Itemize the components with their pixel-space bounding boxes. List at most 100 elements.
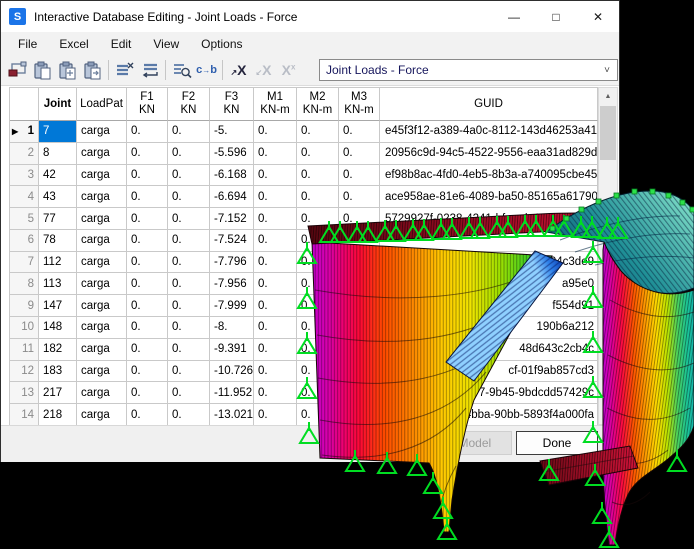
cell-f3[interactable]: -7.999 [210,295,254,317]
cell-loadpat[interactable]: carga [77,121,127,143]
cell-m3[interactable]: 0. [339,252,380,274]
cell-m3[interactable]: 0. [339,165,380,187]
replace-icon[interactable]: c→b [194,58,219,82]
cell-f1[interactable]: 0. [127,186,168,208]
menu-item-options[interactable]: Options [190,34,253,54]
cell-rownum[interactable]: 9 [10,295,39,317]
minimize-button[interactable]: — [493,1,535,32]
cell-m1[interactable]: 0. [254,143,297,165]
cell-rownum[interactable]: 8 [10,273,39,295]
cell-guid[interactable]: f554d91 [380,295,598,317]
table-row[interactable]: 9147carga0.0.-7.9990.0.0.f554d91 [10,295,598,317]
menu-item-edit[interactable]: Edit [100,34,143,54]
cell-m1[interactable]: 0. [254,121,297,143]
cell-loadpat[interactable]: carga [77,143,127,165]
column-header-guid[interactable]: GUID [380,88,598,121]
cell-joint[interactable]: 182 [39,339,77,361]
paste-append-icon[interactable] [80,58,105,82]
cell-loadpat[interactable]: carga [77,317,127,339]
cell-m3[interactable]: 0. [339,186,380,208]
cell-guid[interactable]: 4bba-90bb-5893f4a000fa [380,404,598,426]
table-row[interactable]: 443carga0.0.-6.6940.0.0.ace958ae-81e6-40… [10,186,598,208]
cell-loadpat[interactable]: carga [77,273,127,295]
cell-guid[interactable]: e45f3f12-a389-4a0c-8112-143d46253a41 [380,121,598,143]
cell-rownum[interactable]: 3 [10,165,39,187]
cell-rownum[interactable]: 5 [10,208,39,230]
table-row[interactable]: 12183carga0.0.-10.7260.0.0.cf-01f9ab857c… [10,361,598,383]
cell-joint[interactable]: 112 [39,252,77,274]
scrollbar-thumb[interactable] [600,106,616,160]
cell-joint[interactable]: 77 [39,208,77,230]
cell-rownum[interactable]: 10 [10,317,39,339]
cell-joint[interactable]: 42 [39,165,77,187]
table-select-dropdown[interactable]: Joint Loads - Force ˅ [319,59,618,81]
cell-rownum[interactable]: 14 [10,404,39,426]
close-button[interactable]: ✕ [577,1,619,32]
cell-guid[interactable]: a04c3de9 [380,252,598,274]
cell-m1[interactable]: 0. [254,208,297,230]
cell-joint[interactable]: 183 [39,361,77,383]
cell-f3[interactable]: -6.694 [210,186,254,208]
cell-loadpat[interactable]: carga [77,252,127,274]
cell-loadpat[interactable]: carga [77,208,127,230]
cell-f2[interactable]: 0. [168,404,210,426]
cell-m2[interactable]: 0. [297,404,339,426]
cell-m1[interactable]: 0. [254,382,297,404]
table-row[interactable]: 11182carga0.0.-9.3910.0.0.48d643c2cb4c [10,339,598,361]
column-header-f1[interactable]: F1KN [127,88,168,121]
cell-f2[interactable]: 0. [168,317,210,339]
cell-f3[interactable]: -7.524 [210,230,254,252]
cell-f3[interactable]: -11.952 [210,382,254,404]
table-row[interactable]: ▶17carga0.0.-5.0.0.0.e45f3f12-a389-4a0c-… [10,121,598,143]
cell-guid[interactable]: 7-9b45-9bdcdd57429c [380,382,598,404]
cell-m1[interactable]: 0. [254,317,297,339]
table-row[interactable]: 577carga0.0.-7.1520.0.0.5729927f-0238-42… [10,208,598,230]
cell-loadpat[interactable]: carga [77,404,127,426]
column-header-f3[interactable]: F3KN [210,88,254,121]
cell-joint[interactable]: 148 [39,317,77,339]
cell-joint[interactable]: 8 [39,143,77,165]
cell-m2[interactable]: 0. [297,121,339,143]
cell-f3[interactable]: -7.796 [210,252,254,274]
cell-loadpat[interactable]: carga [77,361,127,383]
cell-joint[interactable]: 78 [39,230,77,252]
cell-loadpat[interactable]: carga [77,165,127,187]
cell-f3[interactable]: -10.726 [210,361,254,383]
cell-m3[interactable]: 0. [339,339,380,361]
cell-m3[interactable]: 0. [339,143,380,165]
apply-to-model-button[interactable]: Apply to Model [391,431,512,455]
cell-f3[interactable]: -5.596 [210,143,254,165]
cell-rownum[interactable]: 2 [10,143,39,165]
cell-m1[interactable]: 0. [254,295,297,317]
column-header-loadpat[interactable]: LoadPat [77,88,127,121]
cell-rownum[interactable]: 13 [10,382,39,404]
cell-m2[interactable]: 0. [297,208,339,230]
cell-m3[interactable]: 0. [339,317,380,339]
cell-f1[interactable]: 0. [127,361,168,383]
cell-f2[interactable]: 0. [168,295,210,317]
cell-f1[interactable]: 0. [127,121,168,143]
cell-joint[interactable]: 147 [39,295,77,317]
cell-f2[interactable]: 0. [168,186,210,208]
cell-m2[interactable]: 0. [297,165,339,187]
cell-m2[interactable]: 0. [297,382,339,404]
column-header-m2[interactable]: M2KN-m [297,88,339,121]
menu-item-view[interactable]: View [142,34,190,54]
cell-rownum[interactable]: 7 [10,252,39,274]
cell-f2[interactable]: 0. [168,165,210,187]
cell-m3[interactable]: 0. [339,121,380,143]
cell-rownum[interactable]: 12 [10,361,39,383]
column-header-f2[interactable]: F2KN [168,88,210,121]
scroll-up-icon[interactable]: ▲ [599,88,617,105]
table-row[interactable]: 10148carga0.0.-8.0.0.0.190b6a212 [10,317,598,339]
cell-joint[interactable]: 217 [39,382,77,404]
cell-m2[interactable]: 0. [297,273,339,295]
scroll-down-icon[interactable]: ▼ [599,407,617,424]
done-button[interactable]: Done [516,431,598,455]
cell-rownum[interactable]: 11 [10,339,39,361]
cell-f2[interactable]: 0. [168,143,210,165]
table-row[interactable]: 13217carga0.0.-11.9520.0.0.7-9b45-9bdcdd… [10,382,598,404]
cell-guid[interactable]: 190b6a212 [380,317,598,339]
cell-joint[interactable]: 7 [39,121,77,143]
cell-guid[interactable]: ace958ae-81e6-4089-ba50-85165a617906 [380,186,598,208]
